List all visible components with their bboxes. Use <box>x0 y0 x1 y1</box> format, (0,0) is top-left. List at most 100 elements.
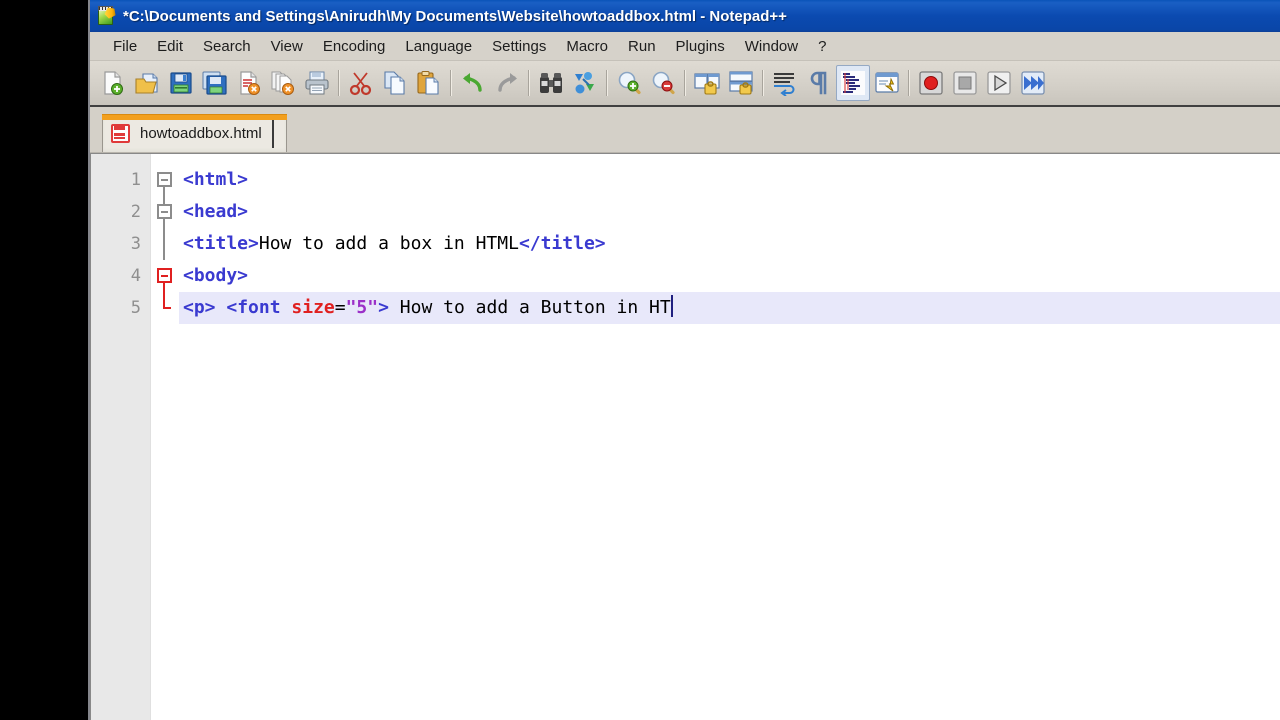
toolbar-separator <box>762 70 764 96</box>
toolbar-separator <box>450 70 452 96</box>
line-number: 5 <box>130 298 141 318</box>
toolbar-button-sync-horizontal-scroll[interactable] <box>724 65 758 101</box>
menu-item-plugins[interactable]: Plugins <box>666 35 735 58</box>
print-icon <box>304 70 330 96</box>
toolbar-separator <box>528 70 530 96</box>
toolbar-button-close-file[interactable] <box>232 65 266 101</box>
fold-cell[interactable] <box>151 196 179 236</box>
fold-connector-line <box>163 228 165 260</box>
save-icon <box>168 70 194 96</box>
toolbar-button-macro-play-multiple[interactable] <box>1016 65 1050 101</box>
toolbar-button-redo-arrow[interactable] <box>490 65 524 101</box>
undo-arrow-icon <box>460 70 486 96</box>
toolbar-button-open-folder[interactable] <box>130 65 164 101</box>
menu-item-search[interactable]: Search <box>193 35 261 58</box>
toolbar-button-sync-vertical-scroll[interactable] <box>690 65 724 101</box>
find-binoculars-icon <box>538 70 564 96</box>
save-all-icon <box>202 70 228 96</box>
toolbar-button-zoom-out[interactable] <box>646 65 680 101</box>
zoom-out-icon <box>650 70 676 96</box>
open-folder-icon <box>134 70 160 96</box>
menu-item-encoding[interactable]: Encoding <box>313 35 396 58</box>
toolbar-button-print[interactable] <box>300 65 334 101</box>
toolbar-button-macro-play[interactable] <box>982 65 1016 101</box>
fold-cell[interactable] <box>151 164 179 204</box>
tab-howtoaddbox-html[interactable]: howtoaddbox.html <box>102 114 287 152</box>
line-number-margin: 1 2 3 4 5 <box>91 154 151 720</box>
editor-area[interactable]: 1 2 3 4 5 <html> <head> <title>How to add a bo… <box>90 153 1280 720</box>
code-token-tag: <font <box>226 297 281 318</box>
toolbar-button-save-all[interactable] <box>198 65 232 101</box>
code-line[interactable]: <p> <font size="5"> How to add a Button … <box>179 292 1280 324</box>
code-token-tag: <body> <box>183 265 249 286</box>
toolbar-button-cut-scissors[interactable] <box>344 65 378 101</box>
code-token-val: "5" <box>345 297 379 318</box>
fold-collapse-icon[interactable] <box>157 268 172 283</box>
screen-root: *C:\Documents and Settings\Anirudh\My Do… <box>0 0 1280 720</box>
toolbar-separator <box>338 70 340 96</box>
fold-end-marker <box>163 292 171 309</box>
toolbar-button-replace[interactable] <box>568 65 602 101</box>
code-token-tag: > <box>378 297 389 318</box>
toolbar-button-new-file[interactable] <box>96 65 130 101</box>
zoom-in-icon <box>616 70 642 96</box>
toolbar-button-word-wrap[interactable] <box>768 65 802 101</box>
toolbar-separator <box>684 70 686 96</box>
menu-item-language[interactable]: Language <box>395 35 482 58</box>
toolbar-button-save[interactable] <box>164 65 198 101</box>
menu-item-[interactable]: ? <box>808 35 836 58</box>
toolbar-button-close-all[interactable] <box>266 65 300 101</box>
code-line[interactable]: <title>How to add a box in HTML</title> <box>179 228 1280 260</box>
menu-item-settings[interactable]: Settings <box>482 35 556 58</box>
code-folding-margin[interactable] <box>151 154 179 720</box>
menu-bar: File Edit Search View Encoding Language Settin… <box>90 32 1280 61</box>
macro-play-icon <box>986 70 1012 96</box>
code-line[interactable]: <head> <box>179 196 1280 228</box>
toolbar-button-find-binoculars[interactable] <box>534 65 568 101</box>
toolbar-button-macro-record[interactable] <box>914 65 948 101</box>
code-token-eq: = <box>334 297 346 318</box>
menu-item-run[interactable]: Run <box>618 35 666 58</box>
menu-item-macro[interactable]: Macro <box>556 35 618 58</box>
redo-arrow-icon <box>494 70 520 96</box>
tab-bar: howtoaddbox.html <box>90 107 1280 153</box>
toolbar-button-undo-arrow[interactable] <box>456 65 490 101</box>
line-number: 4 <box>130 266 141 286</box>
toolbar-button-zoom-in[interactable] <box>612 65 646 101</box>
menu-item-window[interactable]: Window <box>735 35 808 58</box>
toolbar-separator <box>606 70 608 96</box>
toolbar-button-indent-guide[interactable] <box>836 65 870 101</box>
close-all-icon <box>270 70 296 96</box>
user-defined-dialog-icon <box>874 70 900 96</box>
toolbar-button-show-all-chars[interactable] <box>802 65 836 101</box>
toolbar-button-paste[interactable] <box>412 65 446 101</box>
code-token-tag: </title> <box>518 233 606 254</box>
cut-scissors-icon <box>348 70 374 96</box>
menu-item-view[interactable]: View <box>261 35 313 58</box>
toolbar-button-copy[interactable] <box>378 65 412 101</box>
code-token-text: How to add a box in HTML <box>258 233 519 254</box>
code-token-attr: size <box>291 297 335 318</box>
menu-item-edit[interactable]: Edit <box>147 35 193 58</box>
fold-collapse-icon[interactable] <box>157 172 172 187</box>
macro-record-icon <box>918 70 944 96</box>
menu-item-file[interactable]: File <box>103 35 147 58</box>
code-line[interactable]: <html> <box>179 164 1280 196</box>
tab-label: howtoaddbox.html <box>140 124 262 142</box>
paste-icon <box>416 70 442 96</box>
code-line[interactable]: <body> <box>179 260 1280 292</box>
code-token-tag: <p> <box>183 297 216 318</box>
toolbar-separator <box>908 70 910 96</box>
line-number: 1 <box>130 170 141 190</box>
toolbar-button-macro-stop[interactable] <box>948 65 982 101</box>
notepad-plus-plus-icon <box>96 6 116 26</box>
fold-cell[interactable] <box>151 260 179 300</box>
sync-vertical-scroll-icon <box>694 70 720 96</box>
fold-cell <box>151 292 179 324</box>
code-text-area[interactable]: <html> <head> <title>How to add a box in H… <box>179 154 1280 720</box>
fold-collapse-icon[interactable] <box>157 204 172 219</box>
window-title: *C:\Documents and Settings\Anirudh\My Do… <box>123 7 787 25</box>
toolbar-button-user-defined-dialog[interactable] <box>870 65 904 101</box>
notepad-plus-plus-window: *C:\Documents and Settings\Anirudh\My Do… <box>88 0 1280 720</box>
title-bar[interactable]: *C:\Documents and Settings\Anirudh\My Do… <box>90 0 1280 32</box>
